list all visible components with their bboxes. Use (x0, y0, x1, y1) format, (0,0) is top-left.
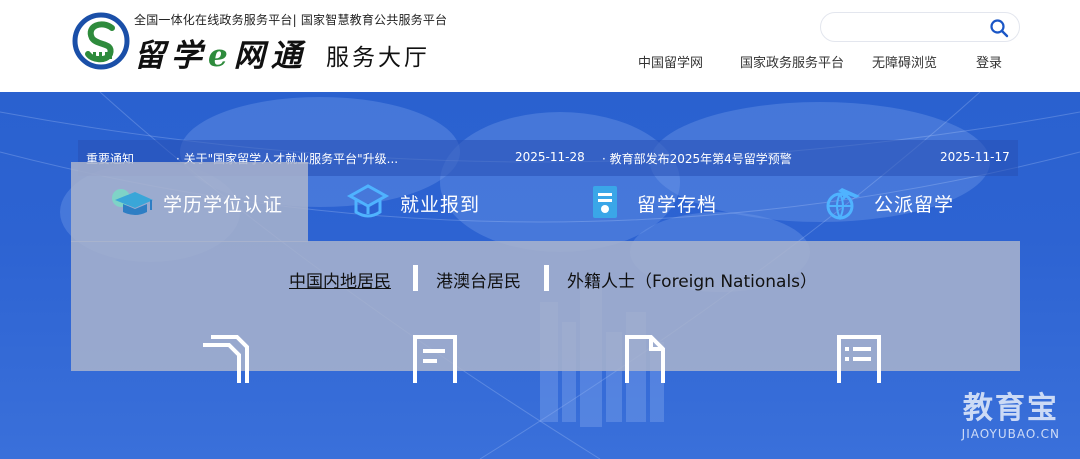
nav-accessibility[interactable]: 无障碍浏览 (872, 52, 937, 71)
subnav-mainland-residents[interactable]: 中国内地居民 (289, 267, 391, 292)
header: 全国一体化在线政务服务平台| 国家智慧教育公共服务平台 留学e网通 服务大厅 中… (0, 0, 1080, 92)
subnav-foreign-nationals[interactable]: 外籍人士（Foreign Nationals） (567, 267, 817, 292)
watermark-main: 教育宝 (962, 391, 1059, 426)
list-icon[interactable] (831, 333, 891, 383)
archive-folder-icon (593, 186, 617, 218)
tab-employment-registration[interactable]: 就业报到 (308, 162, 545, 242)
tab-study-archive[interactable]: 留学存档 (545, 162, 782, 242)
watermark: 教育宝 JIAOYUBAO.CN (962, 383, 1060, 441)
nav-national-gov-service[interactable]: 国家政务服务平台 (740, 52, 844, 71)
tab-label: 学历学位认证 (163, 194, 284, 216)
search-icon[interactable] (989, 18, 1009, 38)
graduation-cap-icon (112, 189, 153, 215)
search-input[interactable] (835, 18, 985, 38)
service-tabs: 学历学位认证 就业报到 留学存档 公派留学 (71, 162, 1020, 242)
tab-label: 就业报到 (400, 194, 481, 216)
file-icon[interactable] (617, 333, 677, 383)
top-nav: 中国留学网 国家政务服务平台 无障碍浏览 登录 (0, 52, 1080, 72)
search-box[interactable] (820, 12, 1020, 42)
tab-degree-certification[interactable]: 学历学位认证 (71, 162, 308, 242)
tab-label: 公派留学 (874, 194, 955, 216)
plane-globe-icon (826, 188, 860, 220)
service-panel: 中国内地居民 港澳台居民 外籍人士（Foreign Nationals） (71, 241, 1020, 383)
nav-china-study-abroad[interactable]: 中国留学网 (638, 52, 703, 71)
documents-icon[interactable] (197, 333, 257, 383)
tab-government-sponsored[interactable]: 公派留学 (782, 162, 1019, 242)
subnav-divider (544, 265, 549, 291)
subnav-hk-macao-taiwan[interactable]: 港澳台居民 (436, 267, 521, 292)
form-icon[interactable] (407, 333, 467, 383)
residency-subnav: 中国内地居民 港澳台居民 外籍人士（Foreign Nationals） (289, 265, 889, 292)
tab-label: 留学存档 (637, 194, 718, 216)
nav-login[interactable]: 登录 (976, 52, 1002, 71)
watermark-sub: JIAOYUBAO.CN (961, 427, 1060, 441)
site-tagline: 全国一体化在线政务服务平台| 国家智慧教育公共服务平台 (134, 13, 448, 27)
briefcase-icon (346, 184, 390, 218)
subnav-divider (413, 265, 418, 291)
